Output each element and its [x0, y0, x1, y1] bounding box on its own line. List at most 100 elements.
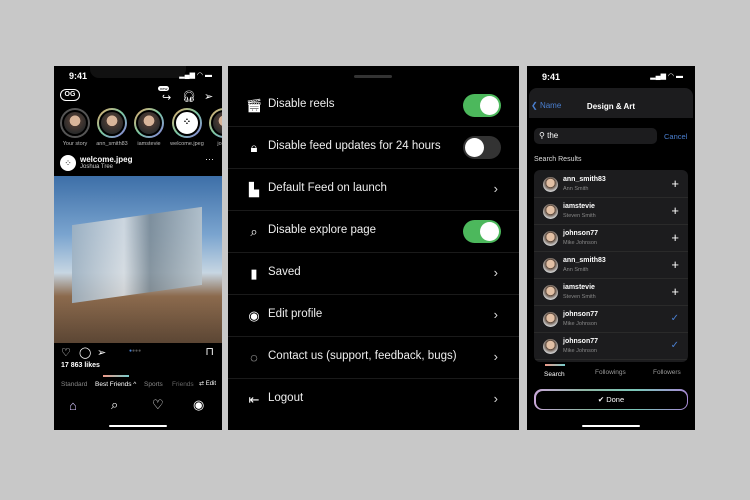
result-row[interactable]: iamstevie Steven Smith +: [534, 198, 688, 225]
add-icon[interactable]: +: [671, 230, 679, 245]
bookmark-icon: ▮: [250, 266, 258, 281]
feed-tab-sports[interactable]: Sports: [144, 381, 163, 388]
chevron-right-icon: ›: [493, 265, 498, 280]
result-row[interactable]: johnson77 Mike Johnson ✓: [534, 306, 688, 333]
search-icon[interactable]: ⌕: [111, 397, 118, 413]
tab-indicator: [545, 364, 565, 366]
post-avatar[interactable]: ⁘: [60, 155, 76, 171]
settings-row-saved[interactable]: ▮ Saved ›: [228, 253, 519, 295]
result-row[interactable]: johnson77 Mike Johnson ✓: [534, 333, 688, 360]
result-username: ann_smith83: [563, 257, 606, 264]
settings-row-edit-profile[interactable]: ◉ Edit profile ›: [228, 295, 519, 337]
avatar: [543, 258, 558, 273]
story-item[interactable]: iamstevie: [132, 108, 166, 147]
story-item[interactable]: johns: [207, 108, 222, 147]
chevron-right-icon: ›: [493, 181, 498, 196]
add-icon[interactable]: +: [671, 203, 679, 218]
result-username: johnson77: [563, 311, 599, 318]
check-icon[interactable]: ✓: [671, 311, 679, 326]
cancel-button[interactable]: Cancel: [664, 132, 687, 141]
story-item[interactable]: ann_smith83: [95, 108, 129, 147]
result-row[interactable]: ann_smith83 Ann Smith +: [534, 252, 688, 279]
result-name: Ann Smith: [563, 267, 589, 273]
settings-row-contact-us[interactable]: ◌ Contact us (support, feedback, bugs) ›: [228, 337, 519, 379]
result-row[interactable]: ann_smith83 Ann Smith +: [534, 171, 688, 198]
section-header: Search Results: [534, 156, 582, 163]
edit-tabs-button[interactable]: ⇄ Edit: [197, 380, 217, 387]
chevron-right-icon: ›: [493, 391, 498, 406]
result-name: Steven Smith: [563, 294, 596, 300]
add-icon[interactable]: +: [671, 176, 679, 191]
tab-followings[interactable]: Followings: [595, 369, 626, 376]
send-icon[interactable]: ➢: [97, 346, 106, 359]
result-username: johnson77: [563, 338, 599, 345]
bookmark-icon[interactable]: ⊓: [205, 345, 214, 358]
settings-row-disable-reels[interactable]: 🎬︎ Disable reels: [228, 85, 519, 127]
share-icon[interactable]: ↪: [162, 91, 171, 104]
carousel-dots: ●●●●: [129, 348, 142, 354]
result-name: Mike Johnson: [563, 240, 597, 246]
reels-icon: 🎬︎: [246, 98, 263, 113]
row-label: Contact us (support, feedback, bugs): [268, 350, 457, 362]
result-name: Mike Johnson: [563, 348, 597, 354]
settings-row-logout[interactable]: ⇤ Logout ›: [228, 379, 519, 421]
feed-tab-standard[interactable]: Standard: [61, 381, 87, 388]
status-icons: ▂▄▆ ◠ ▬: [650, 73, 683, 80]
bars-icon: ▙: [249, 182, 259, 197]
post-username[interactable]: welcome.jpeg: [80, 155, 132, 164]
feed-tab-best-friends[interactable]: Best Friends ^: [95, 381, 136, 388]
profile-icon: ◉: [248, 308, 260, 323]
disable-explore-toggle[interactable]: [463, 220, 501, 243]
like-icon[interactable]: ♡: [61, 346, 71, 359]
lock-icon: 🔒︎: [250, 140, 258, 155]
settings-row-disable-feed-updates[interactable]: 🔒︎ Disable feed updates for 24 hours: [228, 127, 519, 169]
notch: [90, 66, 186, 78]
status-time: 9:41: [69, 71, 88, 81]
headset-icon: ◌: [250, 350, 258, 365]
settings-row-default-feed[interactable]: ▙ Default Feed on launch ›: [228, 169, 519, 211]
search-screen: 9:41 ▂▄▆ ◠ ▬ ❮ Name Design & Art ⚲ the C…: [527, 66, 695, 430]
result-row[interactable]: iamstevie Steven Smith +: [534, 279, 688, 306]
send-icon[interactable]: ➢: [204, 90, 213, 103]
results-list: ann_smith83 Ann Smith + iamstevie Steven Smi…: [534, 170, 688, 362]
disable-feed-updates-toggle[interactable]: [463, 136, 501, 159]
tab-search[interactable]: Search: [544, 371, 565, 378]
profile-icon[interactable]: ◉: [193, 397, 204, 413]
edit-label: Edit: [205, 381, 217, 387]
tab-followers[interactable]: Followers: [653, 369, 681, 376]
heart-icon[interactable]: ♡: [152, 397, 164, 413]
row-label: Logout: [268, 392, 304, 404]
logout-icon: ⇤: [248, 392, 260, 407]
status-icons: ▂▄▆ ◠ ▬: [179, 72, 212, 79]
feed-screen: 9:41 ▂▄▆ ◠ ▬ OG new ↪ 🎧︎ ➢ Your story an…: [54, 66, 222, 430]
comment-icon[interactable]: ◯: [79, 346, 91, 359]
settings-row-disable-explore[interactable]: ⌕ Disable explore page: [228, 211, 519, 253]
post-image: [54, 176, 222, 343]
tab-indicator: [103, 375, 129, 377]
story-item[interactable]: Your story: [58, 108, 92, 147]
add-icon[interactable]: +: [671, 284, 679, 299]
sheet-handle[interactable]: [354, 75, 392, 78]
disable-reels-toggle[interactable]: [463, 94, 501, 117]
nav-title: Design & Art: [586, 102, 636, 111]
story-item[interactable]: ⁘ welcome.jpeg: [170, 108, 204, 147]
avatar: [543, 339, 558, 354]
feed-tab-friends[interactable]: Friends: [172, 381, 194, 388]
add-icon[interactable]: +: [671, 257, 679, 272]
done-button[interactable]: ✔ Done: [534, 389, 688, 410]
avatar: [543, 312, 558, 327]
check-icon[interactable]: ✓: [671, 338, 679, 353]
done-label: Done: [606, 394, 625, 404]
headphones-icon[interactable]: 🎧︎: [182, 90, 196, 103]
result-name: Steven Smith: [563, 213, 596, 219]
search-icon: ⚲: [539, 131, 548, 140]
result-row[interactable]: johnson77 Mike Johnson +: [534, 225, 688, 252]
home-icon[interactable]: ⌂: [69, 398, 77, 413]
home-indicator: [109, 425, 167, 427]
result-username: ann_smith83: [563, 176, 606, 183]
app-logo: OG: [60, 89, 80, 101]
more-icon[interactable]: ···: [205, 154, 214, 164]
search-input[interactable]: ⚲ the: [534, 128, 657, 144]
row-label: Disable reels: [268, 98, 335, 110]
likes-count: 17 863 likes: [61, 362, 100, 369]
